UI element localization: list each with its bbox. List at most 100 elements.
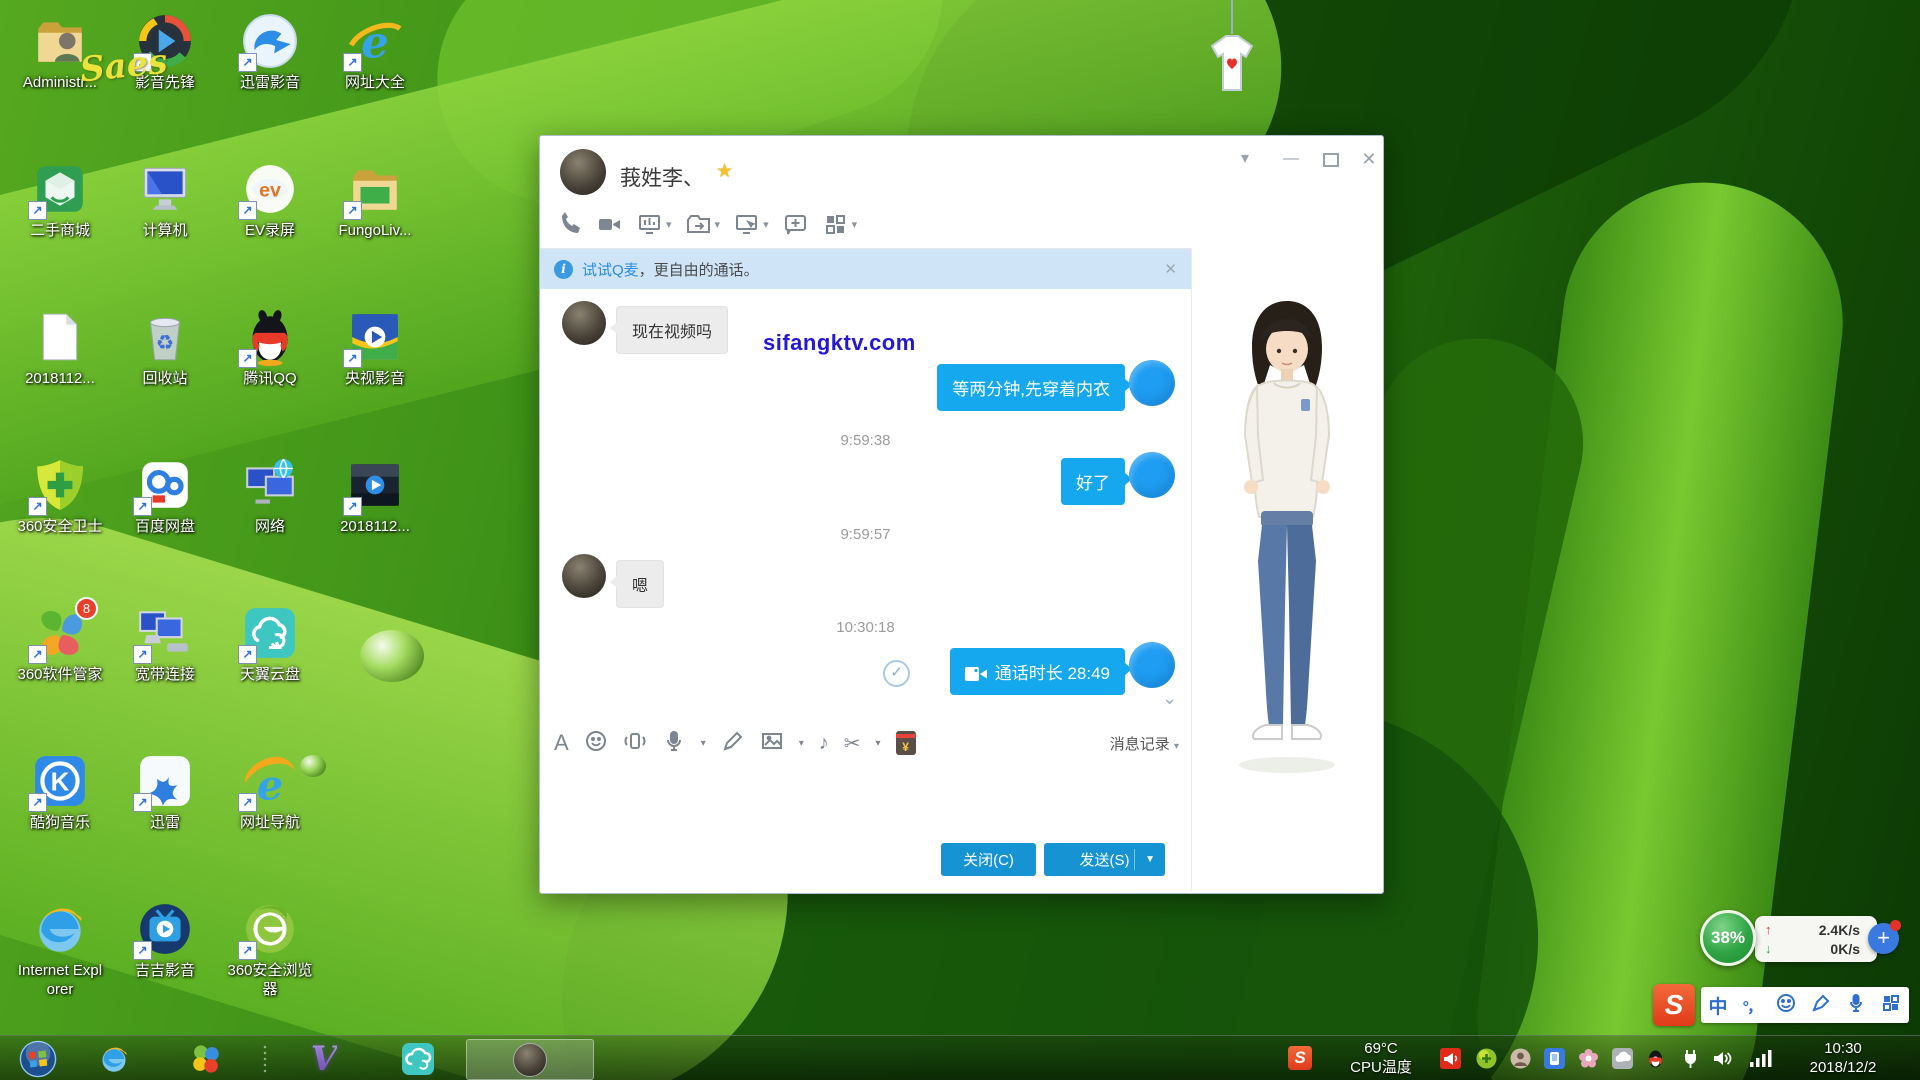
- remote-desktop-icon[interactable]: ▾: [733, 211, 769, 238]
- self-avatar[interactable]: [1129, 642, 1175, 688]
- desktop-icon-label: 迅雷: [150, 813, 180, 832]
- tray-network-icon[interactable]: [1748, 1048, 1774, 1069]
- desktop-icon-label: 回收站: [142, 369, 187, 388]
- send-button[interactable]: 发送(S) ▼: [1044, 843, 1165, 876]
- emoji-icon[interactable]: [584, 729, 608, 758]
- music-icon[interactable]: ♪: [819, 732, 829, 755]
- desktop-icon-label: FungoLiv...: [338, 221, 411, 240]
- send-file-icon[interactable]: ▾: [685, 211, 721, 238]
- taskbar-cloud-icon[interactable]: [390, 1036, 446, 1080]
- browser360-icon: ↗: [241, 900, 299, 958]
- font-icon[interactable]: A: [554, 730, 569, 756]
- tray-cloud-icon[interactable]: [1612, 1048, 1633, 1069]
- tray-sogou-icon[interactable]: S: [1288, 1046, 1312, 1070]
- taskbar-vagaa-icon[interactable]: V: [296, 1036, 352, 1080]
- desktop-icon-ev[interactable]: ev↗EV录屏: [218, 160, 322, 240]
- create-group-icon[interactable]: [782, 211, 809, 238]
- taskbar-active-chat[interactable]: [466, 1039, 594, 1080]
- ime-pen-icon[interactable]: [1811, 993, 1831, 1018]
- desktop-icon-computer[interactable]: 计算机: [113, 160, 217, 240]
- sogou-ime-bar: S 中 °，: [1653, 984, 1909, 1026]
- desktop-icon-ie-big[interactable]: Internet Explorer: [8, 900, 112, 999]
- ime-mode-toggle[interactable]: 中: [1709, 992, 1728, 1019]
- hanging-shirt-icon[interactable]: [1196, 0, 1268, 96]
- memory-ball[interactable]: 38%: [1700, 910, 1756, 966]
- maximize-button[interactable]: [1314, 146, 1348, 172]
- desktop-icon-label: 二手商城: [30, 221, 90, 240]
- close-chat-button[interactable]: 关闭(C): [941, 843, 1036, 876]
- desktop-icon-ie-yellow[interactable]: e↗网址大全: [323, 12, 427, 92]
- red-packet-icon[interactable]: [896, 731, 916, 755]
- ime-keyboard-icon[interactable]: [1881, 993, 1901, 1018]
- tray-user-icon[interactable]: [1510, 1048, 1531, 1069]
- desktop-icon-jiji[interactable]: ↗吉吉影音: [113, 900, 217, 980]
- ime-punct-toggle[interactable]: °，: [1743, 993, 1761, 1017]
- message-history-button[interactable]: 消息记录 ▾: [1110, 733, 1179, 754]
- apps-grid-icon[interactable]: ▾: [822, 211, 858, 238]
- desktop-icon-clover[interactable]: ↗8360软件管家: [8, 604, 112, 684]
- desktop-icon-video[interactable]: ↗2018112...: [323, 456, 427, 536]
- desktop-icon-folder-green[interactable]: ↗FungoLiv...: [323, 160, 427, 240]
- voice-call-icon[interactable]: [556, 211, 583, 238]
- desktop-icon-label: 百度网盘: [135, 517, 195, 536]
- desktop-icon-cctv[interactable]: ↗央视影音: [323, 308, 427, 388]
- minimize-button[interactable]: —: [1274, 146, 1308, 172]
- start-button[interactable]: [14, 1036, 62, 1080]
- ime-emoji-icon[interactable]: [1776, 993, 1796, 1018]
- tray-qq-icon[interactable]: [1645, 1048, 1666, 1069]
- send-options-caret[interactable]: ▼: [1145, 854, 1155, 865]
- desktop-icon-thunder-play[interactable]: ↗迅雷影音: [218, 12, 322, 92]
- desktop-icon-nav-e[interactable]: e↗网址导航: [218, 752, 322, 832]
- desktop-icon-shield[interactable]: ↗360安全卫士: [8, 456, 112, 536]
- tray-volume-icon[interactable]: [1712, 1048, 1733, 1069]
- taskbar-ie-icon[interactable]: [86, 1036, 142, 1080]
- desktop-icon-baidu-pan[interactable]: ↗百度网盘: [113, 456, 217, 536]
- shortcut-arrow-icon: ↗: [28, 645, 47, 664]
- screenshot-scissors-icon[interactable]: ✂: [844, 731, 861, 756]
- tray-phone-icon[interactable]: [1544, 1048, 1565, 1069]
- tray-flower-icon[interactable]: [1578, 1048, 1599, 1069]
- desktop-icon-green-cube[interactable]: ↗二手商城: [8, 160, 112, 240]
- tray-clock[interactable]: 10:302018/12/2: [1788, 1039, 1898, 1077]
- desktop-icon-xunlei[interactable]: ↗迅雷: [113, 752, 217, 832]
- banner-close-icon[interactable]: ✕: [1164, 260, 1177, 278]
- call-duration: 通话时长 28:49: [995, 664, 1110, 683]
- desktop-icon-recycle[interactable]: ♻回收站: [113, 308, 217, 388]
- video-call-icon[interactable]: [596, 211, 623, 238]
- self-avatar[interactable]: [1129, 360, 1175, 406]
- desktop-icon-label: 酷狗音乐: [30, 813, 90, 832]
- net-monitor-widget[interactable]: ↑2.4K/s ↓0K/s 38% +: [1700, 908, 1900, 970]
- window-shake-icon[interactable]: [623, 729, 647, 758]
- tray-power-icon[interactable]: [1680, 1048, 1701, 1069]
- upload-speed: 2.4K/s: [1819, 922, 1860, 938]
- desktop-icon-broadband[interactable]: ↗宽带连接: [113, 604, 217, 684]
- peer-avatar[interactable]: [562, 554, 606, 598]
- window-titlebar[interactable]: 莪姓李、 ★ ▾ — ✕: [540, 136, 1383, 206]
- qq-show-panel[interactable]: [1192, 249, 1382, 892]
- close-window-button[interactable]: ✕: [1352, 146, 1386, 172]
- ime-mic-icon[interactable]: [1846, 993, 1866, 1018]
- screen-demo-icon[interactable]: ▾: [636, 211, 672, 238]
- self-avatar[interactable]: [1129, 452, 1175, 498]
- desktop-icon-qq[interactable]: ↗腾讯QQ: [218, 308, 322, 388]
- window-menu-button[interactable]: ▾: [1228, 146, 1262, 172]
- desktop-icon-doc[interactable]: 2018112...: [8, 308, 112, 388]
- scroll-bottom-icon[interactable]: ⌄: [1162, 688, 1177, 709]
- handwrite-icon[interactable]: [721, 729, 745, 758]
- watermark-link[interactable]: sifangktv.com: [763, 330, 916, 356]
- desktop-icon-network[interactable]: 网络: [218, 456, 322, 536]
- peer-avatar[interactable]: [562, 301, 606, 345]
- desktop-icon-browser360[interactable]: ↗360安全浏览器: [218, 900, 322, 999]
- desktop-icon-kugou[interactable]: K↗酷狗音乐: [8, 752, 112, 832]
- image-icon[interactable]: [760, 729, 784, 758]
- voice-message-icon[interactable]: [662, 729, 686, 758]
- cpu-temp[interactable]: 69°CCPU温度: [1336, 1039, 1426, 1077]
- tray-360-icon[interactable]: [1476, 1048, 1497, 1069]
- taskbar-sogou-icon[interactable]: [178, 1036, 234, 1080]
- desktop-icon-tianyi[interactable]: ↗天翼云盘: [218, 604, 322, 684]
- peer-avatar[interactable]: [560, 149, 606, 195]
- tray-announce-icon[interactable]: [1440, 1048, 1461, 1069]
- banner-link[interactable]: 试试Q麦: [582, 259, 639, 280]
- sogou-logo[interactable]: S: [1653, 984, 1695, 1026]
- ie-yellow-icon: e↗: [346, 12, 404, 70]
